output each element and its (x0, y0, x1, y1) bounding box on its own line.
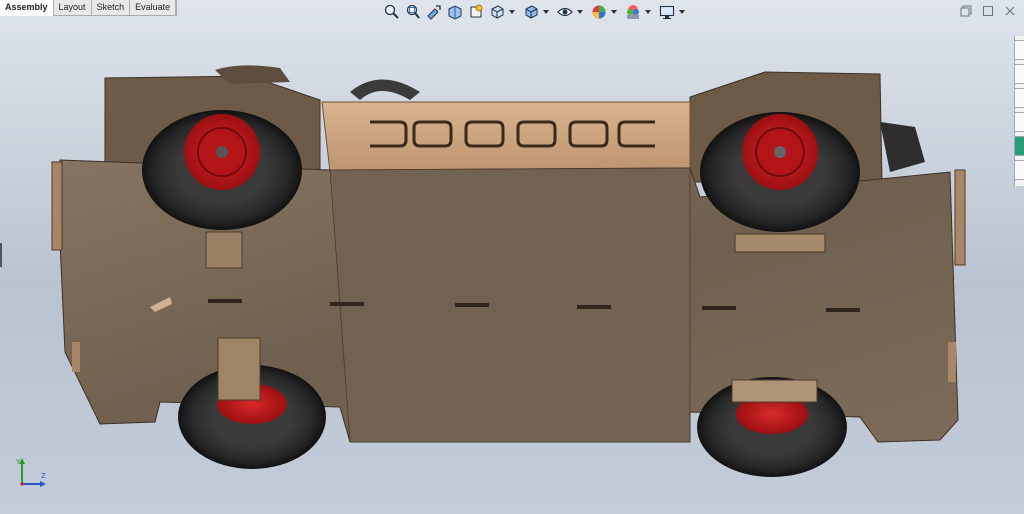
apply-scene-icon[interactable] (624, 3, 642, 21)
hide-show-dropdown-icon[interactable] (577, 3, 583, 21)
reference-triad: Y Z (14, 458, 50, 498)
file-explorer-tab[interactable] (1014, 88, 1024, 108)
edit-appearance-icon[interactable] (590, 3, 608, 21)
view-settings-icon[interactable] (658, 3, 676, 21)
custom-properties-tab[interactable] (1014, 160, 1024, 180)
view-orientation-dropdown-icon[interactable] (509, 3, 515, 21)
apply-scene-dropdown-icon[interactable] (645, 3, 651, 21)
axle-bracket (205, 231, 243, 269)
dynamic-annotation-icon[interactable] (467, 3, 485, 21)
axle-bracket (734, 233, 826, 253)
command-manager-tabs: Assembly Layout Sketch Evaluate (0, 0, 178, 16)
tab-layout[interactable]: Layout (54, 0, 92, 16)
tab-evaluate[interactable]: Evaluate (130, 0, 177, 16)
view-settings-dropdown-icon[interactable] (679, 3, 685, 21)
maximize-icon[interactable] (982, 5, 994, 17)
solidworks-resources-tab[interactable] (1014, 40, 1024, 60)
display-style-dropdown-icon[interactable] (543, 3, 549, 21)
zoom-to-fit-icon[interactable] (383, 3, 401, 21)
previous-view-icon[interactable] (425, 3, 443, 21)
heads-up-view-toolbar (383, 2, 689, 22)
section-view-icon[interactable] (446, 3, 464, 21)
zoom-to-area-icon[interactable] (404, 3, 422, 21)
rear-right-wheel (697, 377, 847, 477)
display-style-icon[interactable] (522, 3, 540, 21)
front-right-wheel (700, 112, 860, 232)
hide-show-items-icon[interactable] (556, 3, 574, 21)
assembly-model (51, 65, 966, 477)
document-window-controls (960, 5, 1016, 17)
triad-y-label: Y (16, 458, 21, 466)
edit-appearance-dropdown-icon[interactable] (611, 3, 617, 21)
view-orientation-icon[interactable] (488, 3, 506, 21)
task-pane-tabs (1014, 36, 1024, 186)
tab-sketch[interactable]: Sketch (92, 0, 131, 16)
close-icon[interactable] (1004, 5, 1016, 17)
tab-assembly[interactable]: Assembly (0, 0, 54, 16)
front-left-wheel (142, 110, 302, 230)
view-palette-tab[interactable] (1014, 112, 1024, 132)
design-library-tab[interactable] (1014, 64, 1024, 84)
graphics-area[interactable] (0, 22, 1010, 492)
restore-down-icon[interactable] (960, 5, 972, 17)
appearances-scenes-tab[interactable] (1014, 136, 1024, 156)
cargo-bed-panel (321, 101, 691, 173)
triad-z-label: Z (41, 472, 46, 480)
